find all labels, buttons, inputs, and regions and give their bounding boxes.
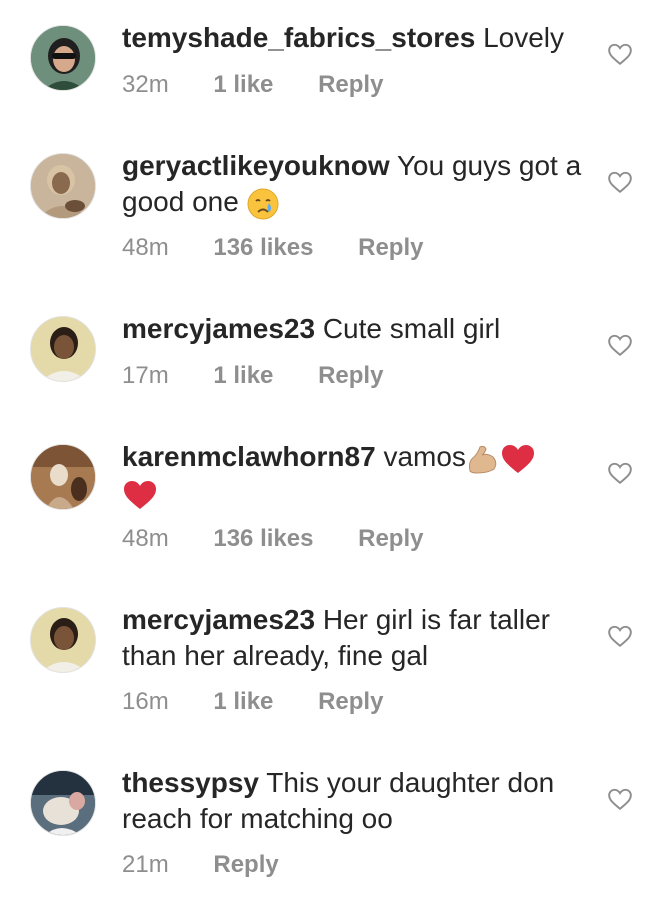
comment-time: 32m bbox=[122, 71, 169, 98]
avatar[interactable] bbox=[30, 607, 96, 673]
comment-likes[interactable]: 1 like bbox=[213, 71, 273, 98]
comment-likes[interactable]: 1 like bbox=[213, 688, 273, 715]
comment-time: 16m bbox=[122, 688, 169, 715]
heart-outline-icon[interactable] bbox=[607, 42, 633, 66]
comment-likes[interactable]: 136 likes bbox=[213, 525, 313, 552]
heart-outline-icon[interactable] bbox=[607, 170, 633, 194]
heart-outline-icon[interactable] bbox=[607, 624, 633, 648]
comment-likes[interactable]: 136 likes bbox=[213, 234, 313, 261]
reply-button[interactable]: Reply bbox=[318, 688, 383, 715]
comment-username[interactable]: temyshade_fabrics_stores bbox=[122, 22, 475, 53]
heart-outline-icon[interactable] bbox=[607, 461, 633, 485]
comment-likes[interactable]: 1 like bbox=[213, 362, 273, 389]
avatar[interactable] bbox=[30, 444, 96, 510]
comment-username[interactable]: thessypsy bbox=[122, 767, 259, 798]
comment-time: 21m bbox=[122, 851, 169, 878]
comment-username[interactable]: geryactlikeyouknow bbox=[122, 150, 390, 181]
avatar[interactable] bbox=[30, 770, 96, 836]
red-heart-icon bbox=[124, 480, 156, 509]
comment-time: 48m bbox=[122, 234, 169, 261]
comment-username[interactable]: mercyjames23 bbox=[122, 604, 315, 635]
reply-button[interactable]: Reply bbox=[358, 234, 423, 261]
comments-screen: { "comments": [ { "username": "temyshade… bbox=[0, 0, 672, 897]
reply-button[interactable]: Reply bbox=[358, 525, 423, 552]
comment-username[interactable]: mercyjames23 bbox=[122, 313, 315, 344]
avatar[interactable] bbox=[30, 316, 96, 382]
comment-text: Lovely bbox=[483, 22, 565, 53]
reply-button[interactable]: Reply bbox=[318, 71, 383, 98]
heart-outline-icon[interactable] bbox=[607, 333, 633, 357]
heart-outline-icon[interactable] bbox=[607, 787, 633, 811]
crying-face-icon bbox=[247, 188, 279, 220]
avatar[interactable] bbox=[30, 25, 96, 91]
reply-button[interactable]: Reply bbox=[318, 362, 383, 389]
comment-username[interactable]: karenmclawhorn87 bbox=[122, 441, 376, 472]
comment-text: vamos bbox=[383, 441, 466, 472]
avatar[interactable] bbox=[30, 153, 96, 219]
flexed-biceps-icon bbox=[468, 445, 497, 474]
red-heart-icon bbox=[501, 444, 534, 473]
comment-time: 48m bbox=[122, 525, 169, 552]
reply-button[interactable]: Reply bbox=[213, 851, 278, 878]
comment-time: 17m bbox=[122, 362, 169, 389]
comment-text: Cute small girl bbox=[322, 313, 501, 344]
